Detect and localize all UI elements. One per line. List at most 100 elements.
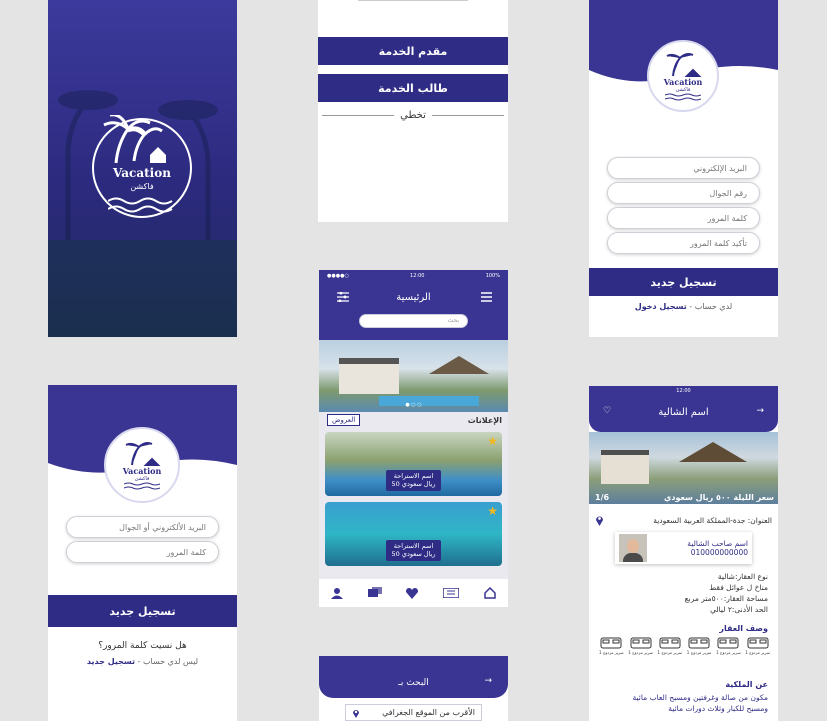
register-prompt: ليس لدي حساب - تسجيل جديد: [48, 657, 237, 666]
carousel-dots[interactable]: ● ○ ○: [319, 402, 508, 408]
bed-label: سرير مزدوج 1: [716, 650, 741, 655]
roof-shape: [679, 442, 747, 462]
search-input[interactable]: بحث: [359, 314, 468, 328]
menu-icon[interactable]: [481, 292, 492, 302]
forgot-password-link[interactable]: هل نسيت كلمة المرور؟: [48, 641, 237, 651]
beds-row: سرير مزدوج 1 سرير مزدوج 1 سرير مزدوج 1 س…: [599, 636, 770, 655]
ticket-icon[interactable]: [443, 588, 460, 598]
divider-line: [322, 115, 395, 116]
bed-item: سرير مزدوج 1: [628, 636, 653, 655]
double-bed-icon: [630, 637, 652, 649]
register-link[interactable]: تسجيل جديد: [87, 657, 135, 666]
double-bed-icon: [600, 637, 622, 649]
owner-label: اسم صاحب الشالية: [687, 539, 748, 548]
bed-label: سرير مزدوج 1: [628, 650, 653, 655]
waves-icon: [124, 482, 160, 490]
bed-item: سرير مزدوج 1: [686, 636, 712, 655]
about-line: ومسبح للكبار وثلاث دورات مائية: [668, 704, 768, 713]
service-provider-button[interactable]: مقدم الخدمة: [318, 37, 508, 65]
bottom-nav: [319, 579, 508, 607]
double-bed-icon: [659, 637, 681, 649]
palm-tree-icon: [125, 442, 161, 466]
about-heading: عن الملكية: [725, 680, 768, 689]
login-logo: Vacation فاكشن: [104, 427, 180, 503]
search-screen: البحث بـ → الأقرب من الموقع الجغرافي: [319, 656, 508, 721]
chat-icon[interactable]: [367, 587, 382, 599]
listing-caption: اسم الاستراحة 50 ريال سعودي: [385, 470, 442, 491]
avatar-body: [623, 553, 643, 562]
property-type: نوع العقار:شالية: [717, 572, 768, 581]
service-requester-button[interactable]: طالب الخدمة: [318, 74, 508, 102]
login-link[interactable]: تسجيل دخول: [635, 302, 687, 311]
night-price: سعر الليلة ٥٠٠ ريال سعودي: [664, 493, 774, 502]
register-button[interactable]: تسجيل جديد: [589, 268, 778, 296]
owner-phone: 010000000000: [690, 548, 748, 557]
roof-shape: [429, 356, 489, 374]
search-title: البحث بـ: [398, 678, 429, 688]
listing-price: 50 ريال سعودي: [391, 550, 436, 559]
phone-field[interactable]: رقم الجوال: [607, 182, 760, 204]
detail-title: اسم الشالية: [658, 407, 709, 418]
property-info: نوع العقار:شالية مناخ ل عوائل فقط مساحة …: [685, 571, 768, 615]
back-arrow-icon[interactable]: →: [756, 406, 764, 416]
listing-card-2[interactable]: ★ اسم الاستراحة 50 ريال سعودي: [325, 502, 502, 566]
user-icon[interactable]: [331, 587, 344, 599]
star-icon[interactable]: ★: [487, 434, 498, 448]
heart-icon[interactable]: [406, 587, 419, 599]
suitable-for: مناخ ل عوائل فقط: [709, 583, 768, 592]
photo-counter: 1/6: [595, 493, 610, 502]
carrier-signal: ●●●●○: [327, 273, 349, 279]
have-account-text: لدي حساب -: [686, 302, 733, 311]
hero-image: ● ○ ○: [319, 340, 508, 412]
ads-label: الإعلانات: [467, 416, 502, 425]
register-logo: Vacation فاكشن: [647, 40, 719, 112]
status-time: 12:00: [676, 388, 691, 394]
property-area: مساحة العقار:٥٠٠متر مربع: [684, 594, 768, 603]
bed-label: سرير مزدوج 1: [657, 650, 683, 655]
login-prompt: لدي حساب - تسجيل دخول: [589, 302, 778, 311]
bed-label: سرير مزدوج 1: [599, 650, 624, 655]
email-or-phone-field[interactable]: البريد الألكتروني أو الجوال: [66, 516, 219, 538]
address-text: العنوان: جدة-المملكة العربية السعودية: [653, 515, 772, 525]
location-pin-icon: [596, 516, 603, 526]
owner-card[interactable]: اسم صاحب الشالية 010000000000: [615, 532, 752, 564]
no-account-text: ليس لدي حساب -: [135, 657, 199, 666]
double-bed-icon: [747, 637, 769, 649]
role-choice-screen: مقدم الخدمة طالب الخدمة تخطي: [318, 0, 508, 222]
home-screen: ●●●●○ 12:00 100% الرئيسية بحث ● ○ ○ الإع…: [319, 270, 508, 607]
bed-label: سرير مزدوج 1: [686, 650, 712, 655]
status-time: 12:00: [410, 273, 425, 279]
minimum-nights: الحد الأدنى:٢ ليالي: [710, 605, 768, 614]
waves-icon: [665, 93, 701, 101]
back-arrow-icon[interactable]: →: [484, 676, 492, 686]
confirm-password-field[interactable]: تأكيد كلمة المرور: [607, 232, 760, 254]
avatar-face: [627, 539, 639, 553]
palm-tree-icon: [666, 53, 702, 77]
double-bed-icon: [717, 637, 739, 649]
star-icon[interactable]: ★: [487, 504, 498, 518]
owner-info: اسم صاحب الشالية 010000000000: [687, 539, 748, 557]
chalet-detail-screen: 12:00 ♡ اسم الشالية → 1/6 سعر الليلة ٥٠٠…: [589, 386, 778, 721]
offers-tab[interactable]: العروض: [327, 414, 361, 426]
nearest-location-option[interactable]: الأقرب من الموقع الجغرافي: [345, 704, 482, 721]
bed-item: سرير مزدوج 1: [599, 636, 624, 655]
listing-card-1[interactable]: ★ اسم الاستراحة 50 ريال سعودي: [325, 432, 502, 496]
about-text: مكون من صالة وغرفتين ومسبح العاب مائية و…: [633, 692, 768, 714]
about-line: مكون من صالة وغرفتين ومسبح العاب مائية: [632, 693, 768, 702]
login-submit-button[interactable]: تسجيل جديد: [48, 595, 237, 627]
owner-avatar: [619, 534, 647, 562]
listing-area: الإعلانات العروض ★ اسم الاستراحة 50 ريال …: [319, 412, 508, 580]
splash-screen: Vacation فاكشن: [48, 0, 237, 337]
listing-name: اسم الاستراحة: [393, 472, 434, 480]
password-field[interactable]: كلمة المرور: [607, 207, 760, 229]
skip-link[interactable]: تخطي: [400, 110, 426, 121]
login-screen: Vacation فاكشن البريد الألكتروني أو الجو…: [48, 385, 237, 721]
home-icon[interactable]: [483, 587, 496, 599]
address-row: العنوان: جدة-المملكة العربية السعودية: [595, 514, 772, 526]
splash-brand-en: Vacation: [113, 166, 171, 180]
skip-row: تخطي: [318, 110, 508, 121]
register-brand-en: Vacation: [663, 77, 703, 87]
email-field[interactable]: البريد الإلكتروني: [607, 157, 760, 179]
double-bed-icon: [688, 637, 710, 649]
password-field[interactable]: كلمة المرور: [66, 541, 219, 563]
